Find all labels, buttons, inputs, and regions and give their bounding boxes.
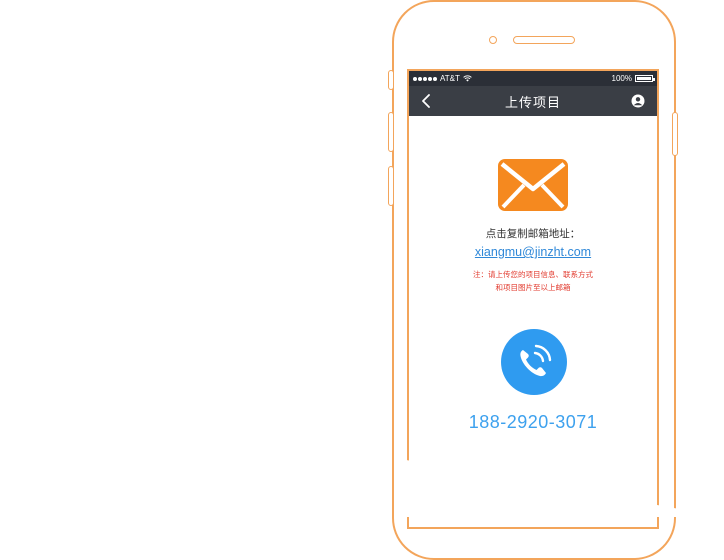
volume-up-button xyxy=(388,112,394,152)
note-line-1: 注：请上传您的项目信息、联系方式 xyxy=(473,270,593,279)
phone-number[interactable]: 188-2920-3071 xyxy=(409,412,657,433)
page-title: 上传项目 xyxy=(504,95,561,111)
chevron-left-icon[interactable] xyxy=(421,94,431,108)
user-icon[interactable] xyxy=(631,94,645,108)
envelope-icon[interactable] xyxy=(498,159,568,211)
upload-note: 注：请上传您的项目信息、联系方式 和项目图片至以上邮箱 xyxy=(409,268,657,294)
main-content: 点击复制邮箱地址： xiangmu@jinzht.com 注：请上传您的项目信息… xyxy=(409,116,657,527)
email-link[interactable]: xiangmu@jinzht.com xyxy=(409,245,657,259)
call-button[interactable] xyxy=(501,329,567,395)
carrier-label: AT&T xyxy=(440,74,460,83)
signal-icon xyxy=(413,76,437,81)
copy-email-label: 点击复制邮箱地址： xyxy=(485,228,581,240)
navigation-bar: 上传项目 xyxy=(409,86,657,116)
phone-call-icon xyxy=(520,344,552,377)
speaker-grille xyxy=(513,36,575,44)
volume-down-button xyxy=(388,166,394,206)
power-button xyxy=(672,112,678,156)
phone-screen: AT&T 100% 上传项目 点击复制邮箱地址： xiangmu@jinzht.… xyxy=(407,69,659,529)
camera-icon xyxy=(489,36,497,44)
battery-icon xyxy=(635,75,655,82)
mute-switch xyxy=(388,70,394,90)
wifi-icon xyxy=(463,75,472,82)
status-bar: AT&T 100% xyxy=(409,71,657,86)
note-line-2: 和项目图片至以上邮箱 xyxy=(495,283,571,292)
battery-indicator: 100% xyxy=(611,74,655,83)
battery-percentage: 100% xyxy=(611,74,632,83)
